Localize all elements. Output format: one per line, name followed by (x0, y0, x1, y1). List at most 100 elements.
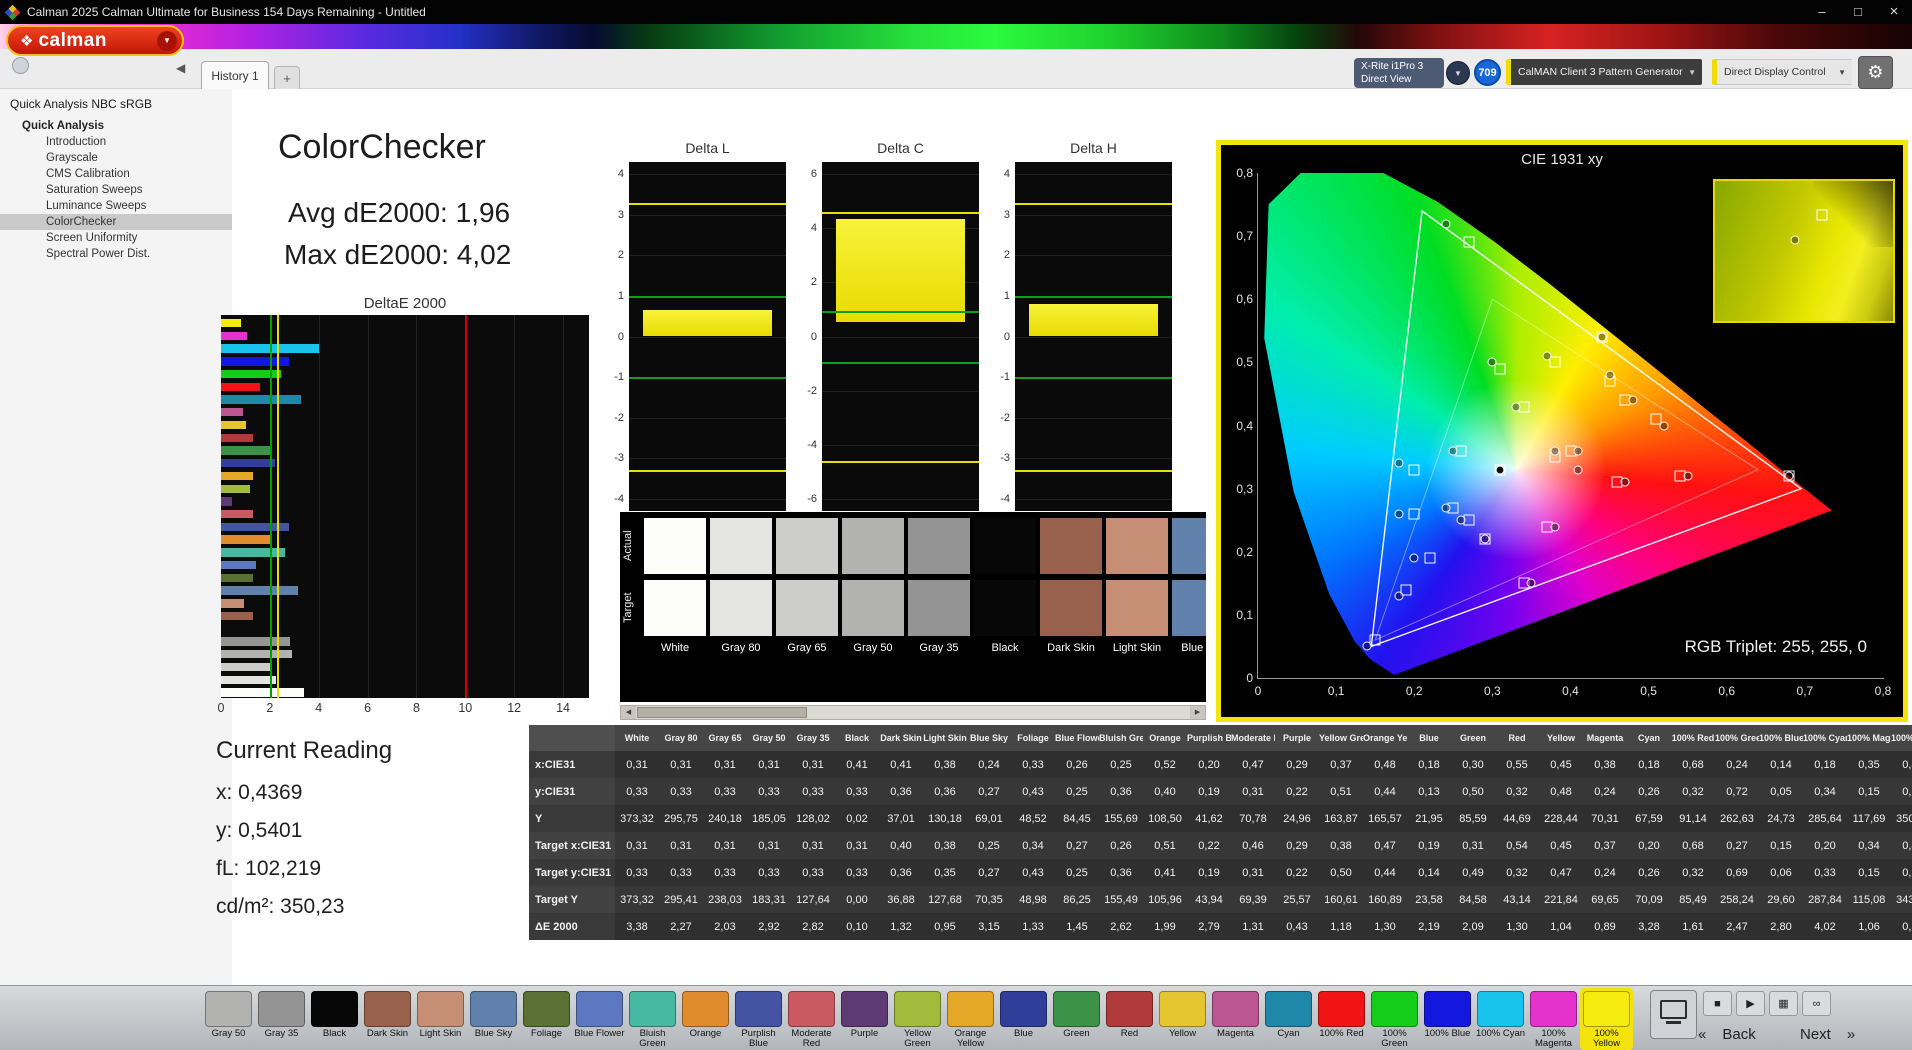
meter-dropdown[interactable]: X-Rite i1Pro 3 Direct View (1354, 58, 1444, 88)
patch-button-yellow-green[interactable]: Yellow Green (891, 988, 944, 1050)
patch-button-blue-sky[interactable]: Blue Sky (467, 988, 520, 1050)
minimize-button[interactable]: – (1804, 0, 1840, 24)
pattern-generator-dropdown[interactable]: CalMAN Client 3 Pattern Generator ▼ (1506, 59, 1702, 85)
patch-button-orange[interactable]: Orange (679, 988, 732, 1050)
table-row-label: ΔE 2000 (529, 913, 615, 940)
delta-gridline (629, 417, 786, 419)
sidebar-item-quick-analysis[interactable]: Quick Analysis (0, 118, 232, 134)
table-cell: 0,24 (1594, 866, 1616, 879)
patch-button-bluish-green[interactable]: Bluish Green (626, 988, 679, 1050)
current-reading-panel: Current Reading x: 0,4369 y: 0,5401 fL: … (216, 737, 392, 933)
patch-button-red[interactable]: Red (1103, 988, 1156, 1050)
table-cell: 2,82 (802, 920, 824, 933)
patch-button-100-cyan[interactable]: 100% Cyan (1474, 988, 1527, 1050)
patch-button-100-red[interactable]: 100% Red (1315, 988, 1368, 1050)
table-cell: 262,63 (1720, 812, 1754, 825)
sidebar-item-screen-uniformity[interactable]: Screen Uniformity (0, 230, 232, 246)
patch-button-dark-skin[interactable]: Dark Skin (361, 988, 414, 1050)
delta-tick-label: 0 (1003, 330, 1010, 343)
sidebar-item-introduction[interactable]: Introduction (0, 134, 232, 150)
logo-menu-dropdown[interactable]: ▼ (157, 30, 177, 51)
patch-button-gray-50[interactable]: Gray 50 (202, 988, 255, 1050)
patch-button-purple[interactable]: Purple (838, 988, 891, 1050)
delta-gridline (629, 498, 786, 500)
patch-button-magenta[interactable]: Magenta (1209, 988, 1262, 1050)
tab-history-1[interactable]: History 1 (201, 61, 269, 89)
table-cell: 240,18 (708, 812, 742, 825)
sidebar-item-spectral-power-dist-[interactable]: Spectral Power Dist. (0, 246, 232, 262)
table-cell: 0,15 (1858, 785, 1880, 798)
spectrum-strip (0, 24, 1912, 49)
transport-button-2[interactable]: ▦ (1769, 991, 1798, 1016)
session-indicator-icon[interactable] (12, 57, 29, 74)
table-cell: 0,18 (1418, 758, 1440, 771)
table-cell: 1,18 (1330, 920, 1352, 933)
transport-button-1[interactable]: ▶ (1736, 991, 1765, 1016)
table-cell: 0,25 (1066, 785, 1088, 798)
patch-button-green[interactable]: Green (1050, 988, 1103, 1050)
meter-dropdown-arrow[interactable]: ▼ (1446, 61, 1470, 85)
swatch-name: Gray 80 (721, 642, 761, 654)
patch-button-purplish-blue[interactable]: Purplish Blue (732, 988, 785, 1050)
patch-button-orange-yellow[interactable]: Orange Yellow (944, 988, 997, 1050)
patch-swatch (894, 991, 941, 1027)
patch-button-100-green[interactable]: 100% Green (1368, 988, 1421, 1050)
patch-button-100-blue[interactable]: 100% Blue (1421, 988, 1474, 1050)
add-tab-button[interactable]: + (274, 66, 300, 89)
sidebar-item-grayscale[interactable]: Grayscale (0, 150, 232, 166)
patch-button-black[interactable]: Black (308, 988, 361, 1050)
patch-button-blue[interactable]: Blue (997, 988, 1050, 1050)
sidebar-item-luminance-sweeps[interactable]: Luminance Sweeps (0, 198, 232, 214)
scrollbar-thumb[interactable] (637, 707, 807, 718)
cie-measured-point-purplish-blue (1409, 553, 1419, 563)
patch-button-100-yellow[interactable]: 100% Yellow (1580, 988, 1633, 1050)
swatch-scrollbar[interactable]: ◀ ▶ (620, 705, 1206, 720)
display-pattern-button[interactable] (1650, 990, 1697, 1039)
delta-c-chart (822, 162, 979, 511)
sidebar-item-saturation-sweeps[interactable]: Saturation Sweeps (0, 182, 232, 198)
table-cell: 1,30 (1506, 920, 1528, 933)
colorspace-709-badge[interactable]: 709 (1474, 59, 1501, 86)
rgb-triplet-readout: RGB Triplet: 255, 255, 0 (1684, 637, 1867, 656)
calman-logo[interactable]: ❖ calman ▼ (6, 25, 184, 56)
patch-button-cyan[interactable]: Cyan (1262, 988, 1315, 1050)
display-control-dropdown[interactable]: Direct Display Control ▼ (1712, 59, 1852, 85)
table-cell: 0,54 (1902, 785, 1912, 798)
delta-l-title: Delta L (685, 140, 730, 156)
transport-button-3[interactable]: ∞ (1802, 991, 1831, 1016)
patch-button-foliage[interactable]: Foliage (520, 988, 573, 1050)
table-cell: 0,41 (846, 758, 868, 771)
settings-button[interactable]: ⚙ (1858, 56, 1893, 89)
deltae-yellow-limit-line (277, 315, 280, 698)
delta-tick-label: 3 (1003, 208, 1010, 221)
scroll-right-arrow[interactable]: ▶ (1190, 706, 1205, 719)
delta-tick-label: -2 (807, 384, 817, 397)
collapse-sidebar-button[interactable]: ◀ (176, 61, 185, 75)
swatch-actual-gray-50 (842, 518, 904, 574)
table-cell: 0,33 (626, 866, 648, 879)
scroll-left-arrow[interactable]: ◀ (621, 706, 636, 719)
patch-button-yellow[interactable]: Yellow (1156, 988, 1209, 1050)
delta-gridline (629, 214, 786, 216)
back-button[interactable]: « Back (1698, 1021, 1756, 1047)
table-cell: 0,33 (670, 785, 692, 798)
patch-button-light-skin[interactable]: Light Skin (414, 988, 467, 1050)
table-cell: 0,20 (1198, 758, 1220, 771)
table-header-cell: White (624, 733, 650, 743)
patch-button-moderate-red[interactable]: Moderate Red (785, 988, 838, 1050)
table-cell: 2,09 (1462, 920, 1484, 933)
sidebar-item-cms-calibration[interactable]: CMS Calibration (0, 166, 232, 182)
patch-button-100-magenta[interactable]: 100% Magenta (1527, 988, 1580, 1050)
sidebar-item-colorchecker[interactable]: ColorChecker (0, 214, 232, 230)
next-button[interactable]: Next » (1800, 1021, 1855, 1047)
maximize-button[interactable]: □ (1840, 0, 1876, 24)
patch-label: Gray 35 (264, 1028, 299, 1039)
patch-button-blue-flower[interactable]: Blue Flower (573, 988, 626, 1050)
table-cell: 0,36 (1110, 866, 1132, 879)
patch-button-gray-35[interactable]: Gray 35 (255, 988, 308, 1050)
transport-button-0[interactable]: ■ (1703, 991, 1732, 1016)
back-label: Back (1722, 1025, 1756, 1043)
patch-swatch (947, 991, 994, 1027)
table-cell: 2,47 (1726, 920, 1748, 933)
close-button[interactable]: × (1876, 0, 1912, 24)
